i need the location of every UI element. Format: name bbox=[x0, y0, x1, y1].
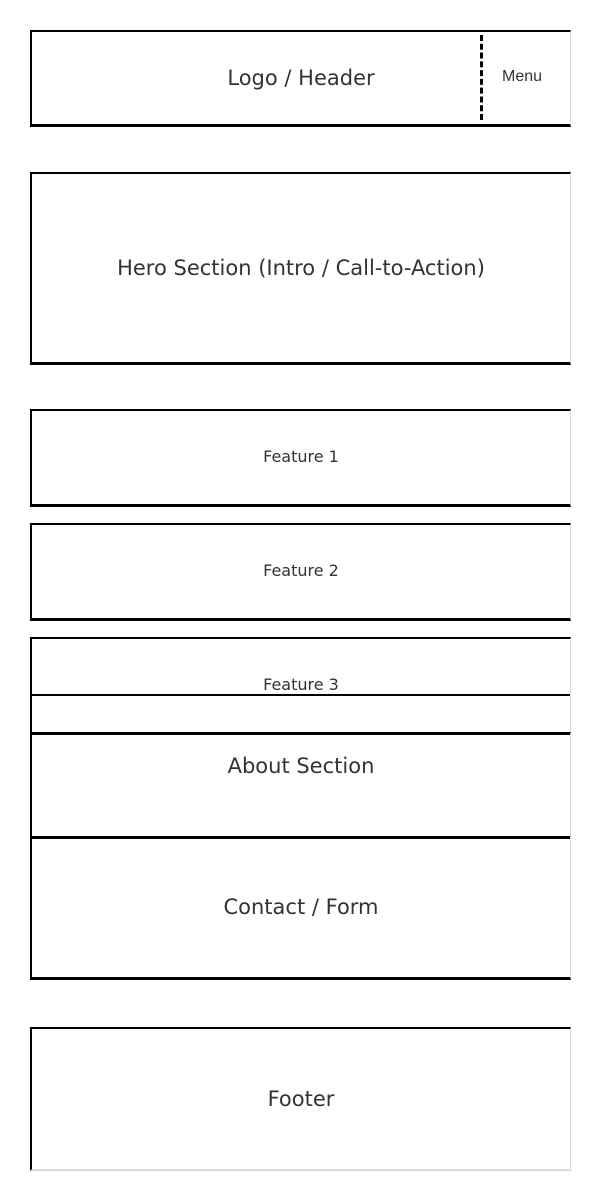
header-label: Logo / Header bbox=[227, 66, 375, 90]
header-block: Logo / Header Menu bbox=[30, 30, 571, 127]
footer-block: Footer bbox=[30, 1027, 571, 1171]
footer-label: Footer bbox=[267, 1087, 335, 1111]
feature-label-3: Feature 3 bbox=[263, 675, 339, 694]
about-block: About Section bbox=[30, 732, 571, 839]
hero-block: Hero Section (Intro / Call-to-Action) bbox=[30, 172, 571, 365]
feature-block-1: Feature 1 bbox=[30, 409, 571, 507]
overlap-line bbox=[30, 694, 570, 696]
feature-block-3: Feature 3 bbox=[30, 637, 571, 735]
feature-block-2: Feature 2 bbox=[30, 523, 571, 621]
menu-label: Menu bbox=[502, 68, 543, 85]
menu-divider bbox=[480, 35, 483, 120]
contact-block: Contact / Form bbox=[30, 837, 571, 980]
about-label: About Section bbox=[227, 754, 375, 778]
feature-label-2: Feature 2 bbox=[263, 561, 339, 580]
feature-label-1: Feature 1 bbox=[263, 447, 339, 466]
hero-label: Hero Section (Intro / Call-to-Action) bbox=[117, 256, 485, 280]
contact-label: Contact / Form bbox=[223, 895, 379, 919]
